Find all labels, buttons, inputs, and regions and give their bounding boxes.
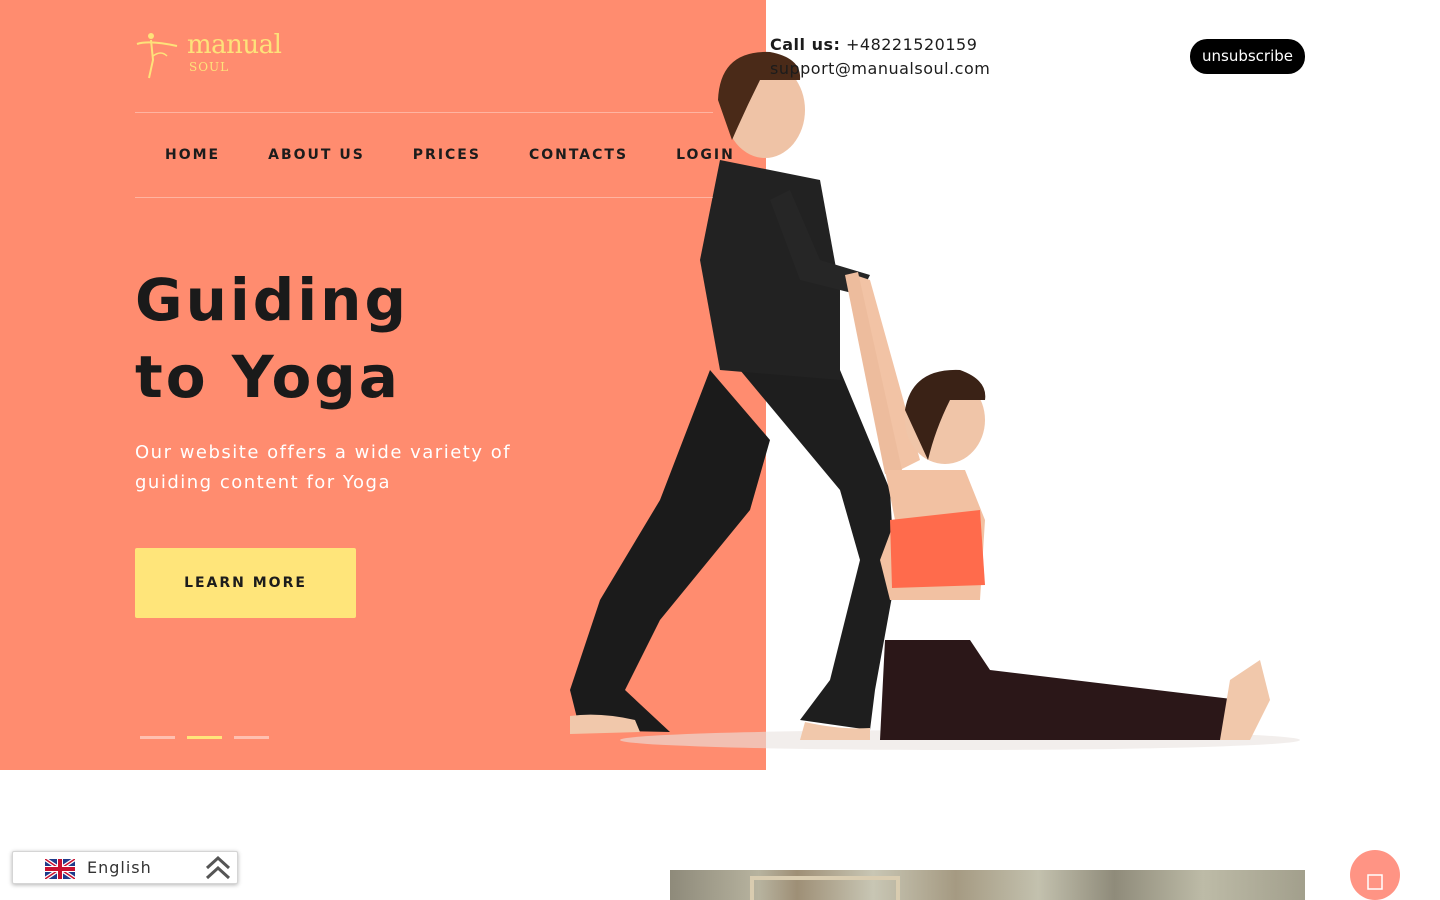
main-nav: HOME ABOUT US PRICES CONTACTS LOGIN [165, 145, 735, 165]
site-logo[interactable]: manual SOUL [135, 30, 282, 80]
nav-contacts[interactable]: CONTACTS [529, 145, 628, 165]
language-switcher[interactable]: English [12, 851, 238, 884]
nav-divider-top [135, 112, 713, 113]
slider-dot-2-active[interactable] [187, 736, 222, 739]
contact-info: Call us: +48221520159 support@manualsoul… [770, 33, 990, 81]
logo-subtitle: SOUL [189, 60, 230, 74]
learn-more-button[interactable]: LEARN MORE [135, 548, 356, 618]
unsubscribe-button[interactable]: unsubscribe [1190, 39, 1305, 74]
yoga-dancer-logo-icon [136, 33, 178, 79]
uk-flag-icon [45, 859, 75, 879]
page: manual SOUL Call us: +48221520159 suppor… [0, 0, 1440, 900]
phone-link[interactable]: +48221520159 [846, 35, 977, 54]
nav-prices[interactable]: PRICES [413, 145, 481, 165]
content-image [670, 870, 1305, 900]
language-label: English [87, 858, 152, 877]
window-frame [750, 876, 900, 900]
hero-title-line-1: Guiding [135, 266, 409, 334]
chat-icon [1367, 873, 1383, 890]
nav-divider-bottom [135, 197, 713, 198]
hero-title-line-2: to Yoga [135, 343, 401, 411]
hero-subtitle: Our website offers a wide variety of gui… [135, 442, 512, 493]
slider-pagination [140, 736, 269, 739]
slider-dot-1[interactable] [140, 736, 175, 739]
nav-about-us[interactable]: ABOUT US [268, 145, 365, 165]
email-link[interactable]: support@manualsoul.com [770, 57, 990, 81]
hero-title: Guiding to Yoga [135, 262, 409, 416]
double-chevron-up-icon[interactable] [203, 854, 233, 882]
nav-home[interactable]: HOME [165, 145, 220, 165]
call-us-label: Call us: [770, 35, 841, 54]
slider-dot-3[interactable] [234, 736, 269, 739]
nav-login[interactable]: LOGIN [676, 145, 735, 165]
chat-button[interactable] [1350, 850, 1400, 900]
logo-wordmark: manual [187, 30, 282, 60]
